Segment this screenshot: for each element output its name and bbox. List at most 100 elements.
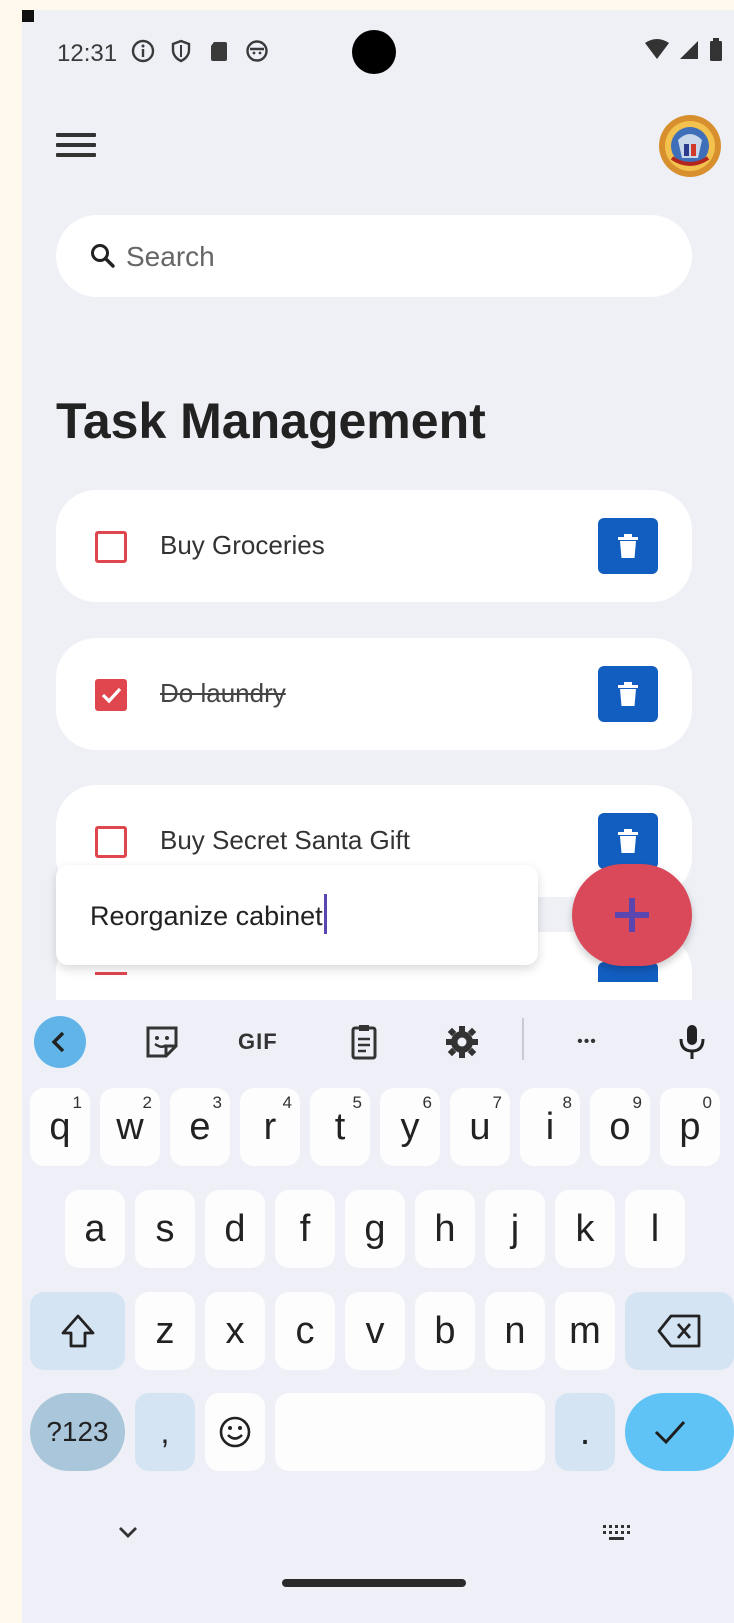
key-label: o — [609, 1106, 631, 1148]
status-bar: 12:31 — [22, 10, 734, 100]
chevron-down-icon — [119, 1527, 137, 1538]
sd-card-icon — [206, 38, 232, 64]
key-label: r — [263, 1106, 277, 1148]
task-checkbox[interactable] — [95, 826, 127, 858]
avatar[interactable] — [658, 114, 722, 178]
key-h[interactable]: h — [415, 1190, 475, 1268]
keyboard-icon — [603, 1525, 630, 1540]
delete-task-button[interactable] — [598, 518, 658, 574]
gif-label: GIF — [238, 1029, 278, 1054]
key-k[interactable]: k — [555, 1190, 615, 1268]
key-g[interactable]: g — [345, 1190, 405, 1268]
key-o[interactable]: o9 — [590, 1088, 650, 1166]
check-icon — [654, 1420, 685, 1445]
new-task-input-text: Reorganize cabinet — [90, 893, 327, 934]
status-time: 12:31 — [57, 40, 118, 67]
search-icon — [88, 241, 118, 271]
key-v[interactable]: v — [345, 1292, 405, 1370]
backspace-key[interactable] — [625, 1292, 734, 1370]
key-r[interactable]: r4 — [240, 1088, 300, 1166]
switch-keyboard-button[interactable] — [600, 1522, 632, 1547]
key-m[interactable]: m — [555, 1292, 615, 1370]
menu-icon — [56, 133, 96, 157]
key-label: t — [334, 1106, 346, 1148]
key-label: p — [679, 1106, 701, 1148]
clipboard-button[interactable] — [344, 1024, 384, 1060]
signal-icon — [680, 41, 698, 59]
key-hint: 9 — [632, 1093, 642, 1112]
android-face-icon — [244, 38, 270, 64]
key-y[interactable]: y6 — [380, 1088, 440, 1166]
delete-task-button[interactable] — [598, 666, 658, 722]
emoji-key[interactable] — [205, 1393, 265, 1471]
more-label: ••• — [577, 1033, 597, 1050]
more-button[interactable]: ••• — [567, 1024, 607, 1060]
task-label: Do laundry — [160, 678, 286, 708]
sticker-icon — [146, 1026, 178, 1058]
key-t[interactable]: t5 — [310, 1088, 370, 1166]
key-hint: 2 — [142, 1093, 152, 1112]
key-e[interactable]: e3 — [170, 1088, 230, 1166]
toolbar-divider — [522, 1018, 524, 1060]
soft-keyboard: GIF ••• q1 w2 e3 r4 t5 y6 u7 i8 o 9 p 0 … — [22, 1000, 734, 1623]
key-label: i — [545, 1106, 555, 1148]
task-checkbox-checked[interactable] — [95, 679, 127, 711]
key-c[interactable]: c — [275, 1292, 335, 1370]
key-label: y — [400, 1106, 420, 1148]
key-s[interactable]: s — [135, 1190, 195, 1268]
keyboard-settings-button[interactable] — [442, 1024, 482, 1060]
wifi-icon — [645, 39, 669, 59]
mic-icon — [679, 1025, 705, 1059]
key-hint: 7 — [492, 1093, 502, 1112]
key-label: u — [469, 1106, 491, 1148]
key-x[interactable]: x — [205, 1292, 265, 1370]
backspace-icon — [657, 1314, 700, 1348]
key-n[interactable]: n — [485, 1292, 545, 1370]
gear-icon — [446, 1026, 478, 1058]
delete-task-button[interactable] — [598, 813, 658, 869]
shift-key[interactable] — [30, 1292, 125, 1370]
key-l[interactable]: l — [625, 1190, 685, 1268]
camera-cutout — [352, 30, 396, 74]
task-checkbox[interactable] — [95, 531, 127, 563]
key-q[interactable]: q1 — [30, 1088, 90, 1166]
trash-icon — [618, 829, 638, 853]
trash-icon — [618, 682, 638, 706]
new-task-input[interactable]: Reorganize cabinet — [56, 865, 538, 965]
hide-keyboard-button[interactable] — [114, 1522, 142, 1547]
college-emblem-icon — [659, 115, 721, 177]
period-key[interactable]: . — [555, 1393, 615, 1471]
add-task-button[interactable] — [572, 864, 692, 966]
keyboard-collapse-button[interactable] — [34, 1016, 86, 1068]
key-label: q — [49, 1106, 71, 1148]
key-i[interactable]: i8 — [520, 1088, 580, 1166]
key-d[interactable]: d — [205, 1190, 265, 1268]
search-placeholder: Search — [126, 241, 215, 272]
keyboard-toolbar: GIF ••• — [22, 1000, 734, 1078]
task-card: Buy Groceries — [56, 490, 692, 602]
gif-button[interactable]: GIF — [238, 1024, 288, 1060]
key-u[interactable]: u7 — [450, 1088, 510, 1166]
search-input[interactable]: Search — [56, 215, 692, 297]
symbols-key[interactable]: ?123 — [30, 1393, 125, 1471]
phone-screen: 12:31 Search Task Management Buy Groceri… — [22, 10, 734, 1623]
home-indicator[interactable] — [282, 1579, 466, 1587]
sticker-button[interactable] — [142, 1024, 182, 1060]
status-notification-icons — [130, 38, 270, 64]
key-p[interactable]: p0 — [660, 1088, 720, 1166]
key-b[interactable]: b — [415, 1292, 475, 1370]
enter-key[interactable] — [625, 1393, 734, 1471]
voice-input-button[interactable] — [672, 1024, 712, 1060]
key-f[interactable]: f — [275, 1190, 335, 1268]
space-key[interactable] — [275, 1393, 545, 1471]
key-w[interactable]: w2 — [100, 1088, 160, 1166]
key-z[interactable]: z — [135, 1292, 195, 1370]
key-j[interactable]: j — [485, 1190, 545, 1268]
comma-key[interactable]: , — [135, 1393, 195, 1471]
key-a[interactable]: a — [65, 1190, 125, 1268]
info-icon — [130, 38, 156, 64]
task-label: Buy Groceries — [160, 530, 325, 560]
key-hint: 4 — [282, 1093, 292, 1112]
key-hint: 3 — [212, 1093, 222, 1112]
menu-button[interactable] — [56, 128, 96, 164]
